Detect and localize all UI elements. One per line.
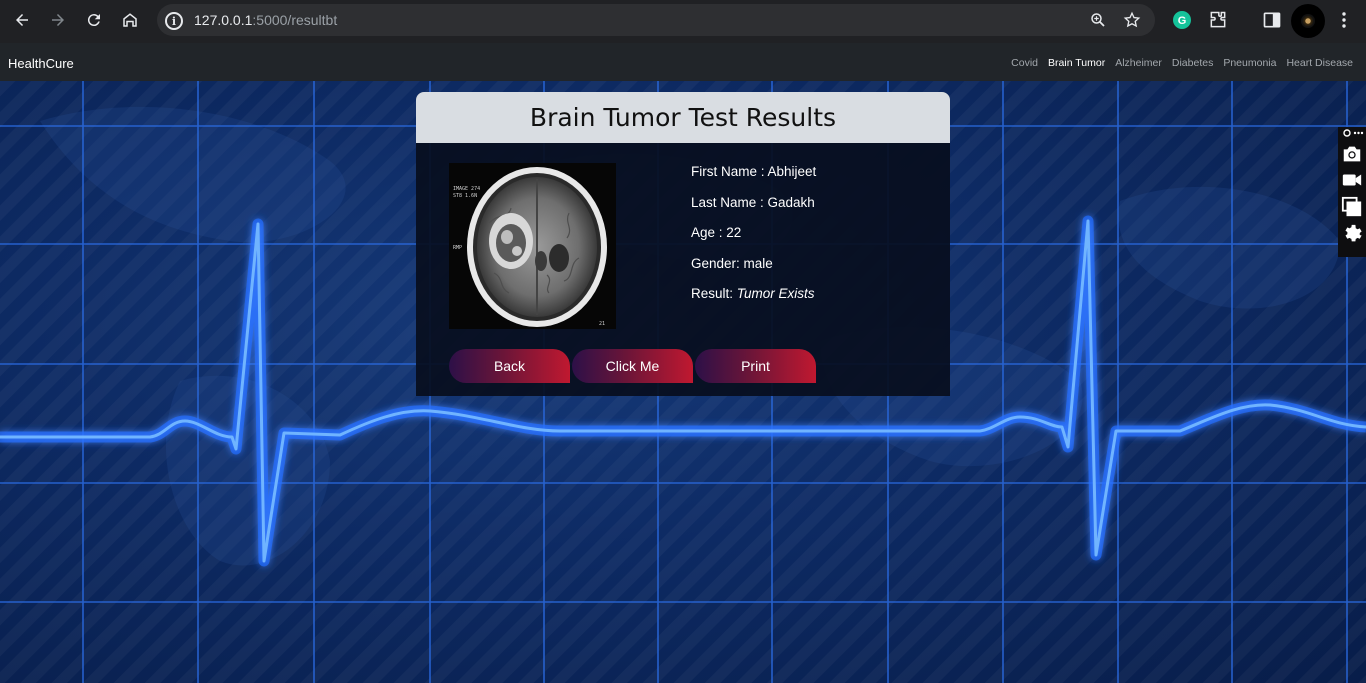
profile-avatar[interactable] bbox=[1291, 4, 1325, 38]
url-host: 127.0.0.1 bbox=[194, 12, 253, 28]
age-value: 22 bbox=[726, 225, 742, 241]
gender-row: Gender: male bbox=[691, 256, 816, 287]
last-name-value: Gadakh bbox=[767, 194, 815, 210]
nav-link-pneumonia[interactable]: Pneumonia bbox=[1223, 57, 1276, 69]
results-card: Brain Tumor Test Results IMAGE 274 ST8 1… bbox=[416, 92, 950, 396]
age-row: Age : 22 bbox=[691, 225, 816, 256]
print-button[interactable]: Print bbox=[695, 349, 816, 383]
nav-links: Covid Brain Tumor Alzheimer Diabetes Pne… bbox=[1011, 57, 1353, 69]
first-name-value: Abhijeet bbox=[767, 164, 817, 179]
page-title: Brain Tumor Test Results bbox=[529, 103, 837, 132]
gender-value: male bbox=[743, 255, 773, 271]
camera-icon[interactable] bbox=[1340, 142, 1364, 166]
gender-label: Gender: bbox=[691, 255, 744, 271]
url-text[interactable]: 127.0.0.1:5000/resultbt bbox=[194, 12, 337, 28]
age-label: Age : bbox=[691, 225, 727, 241]
svg-text:RMP: RMP bbox=[453, 245, 462, 251]
brand-link[interactable]: HealthCure bbox=[8, 56, 74, 71]
nav-link-diabetes[interactable]: Diabetes bbox=[1172, 57, 1213, 69]
mri-scan-image: IMAGE 274 ST8 1.6N RMP 21 bbox=[449, 163, 616, 329]
card-header: Brain Tumor Test Results bbox=[416, 92, 950, 143]
pin-icon[interactable] bbox=[1340, 127, 1364, 139]
site-info-icon[interactable]: i bbox=[165, 12, 183, 30]
screens-icon[interactable] bbox=[1340, 195, 1364, 219]
last-name-label: Last Name : bbox=[691, 194, 768, 210]
back-button[interactable]: Back bbox=[449, 349, 570, 383]
home-icon[interactable] bbox=[119, 9, 141, 31]
screenshot-extension-toolbar bbox=[1338, 127, 1366, 257]
svg-text:21: 21 bbox=[599, 321, 605, 327]
nav-link-alzheimer[interactable]: Alzheimer bbox=[1115, 57, 1162, 69]
nav-link-covid[interactable]: Covid bbox=[1011, 57, 1038, 69]
result-value: Tumor Exists bbox=[736, 286, 815, 302]
grammarly-icon[interactable]: G bbox=[1172, 10, 1192, 30]
app-navbar: HealthCure Covid Brain Tumor Alzheimer D… bbox=[0, 43, 1366, 81]
patient-details: First Name : Abhijeet Last Name : Gadakh… bbox=[691, 164, 816, 317]
zoom-icon[interactable] bbox=[1089, 11, 1107, 29]
gear-icon[interactable] bbox=[1340, 222, 1364, 246]
first-name-label: First Name : bbox=[691, 164, 768, 179]
svg-text:IMAGE 274: IMAGE 274 bbox=[453, 186, 480, 192]
url-path: :5000/resultbt bbox=[252, 12, 338, 28]
svg-text:G: G bbox=[1178, 15, 1187, 27]
forward-arrow-icon[interactable] bbox=[47, 9, 69, 31]
svg-text:ST8 1.6N: ST8 1.6N bbox=[453, 193, 477, 199]
first-name-row: First Name : Abhijeet bbox=[691, 164, 816, 195]
more-vert-icon[interactable] bbox=[1334, 10, 1354, 30]
side-panel-icon[interactable] bbox=[1262, 10, 1282, 30]
extensions-puzzle-icon[interactable] bbox=[1208, 10, 1228, 30]
bookmark-star-icon[interactable] bbox=[1123, 11, 1141, 29]
nav-link-brain-tumor[interactable]: Brain Tumor bbox=[1048, 57, 1105, 69]
address-bar[interactable]: i 127.0.0.1:5000/resultbt bbox=[157, 4, 1155, 36]
reload-icon[interactable] bbox=[83, 9, 105, 31]
browser-toolbar: i 127.0.0.1:5000/resultbt G bbox=[0, 0, 1366, 43]
back-arrow-icon[interactable] bbox=[11, 9, 33, 31]
click-me-button[interactable]: Click Me bbox=[572, 349, 693, 383]
result-label: Result: bbox=[691, 286, 737, 302]
nav-link-heart-disease[interactable]: Heart Disease bbox=[1286, 57, 1353, 69]
result-row: Result: Tumor Exists bbox=[691, 286, 816, 317]
video-icon[interactable] bbox=[1340, 168, 1364, 192]
last-name-row: Last Name : Gadakh bbox=[691, 195, 816, 226]
